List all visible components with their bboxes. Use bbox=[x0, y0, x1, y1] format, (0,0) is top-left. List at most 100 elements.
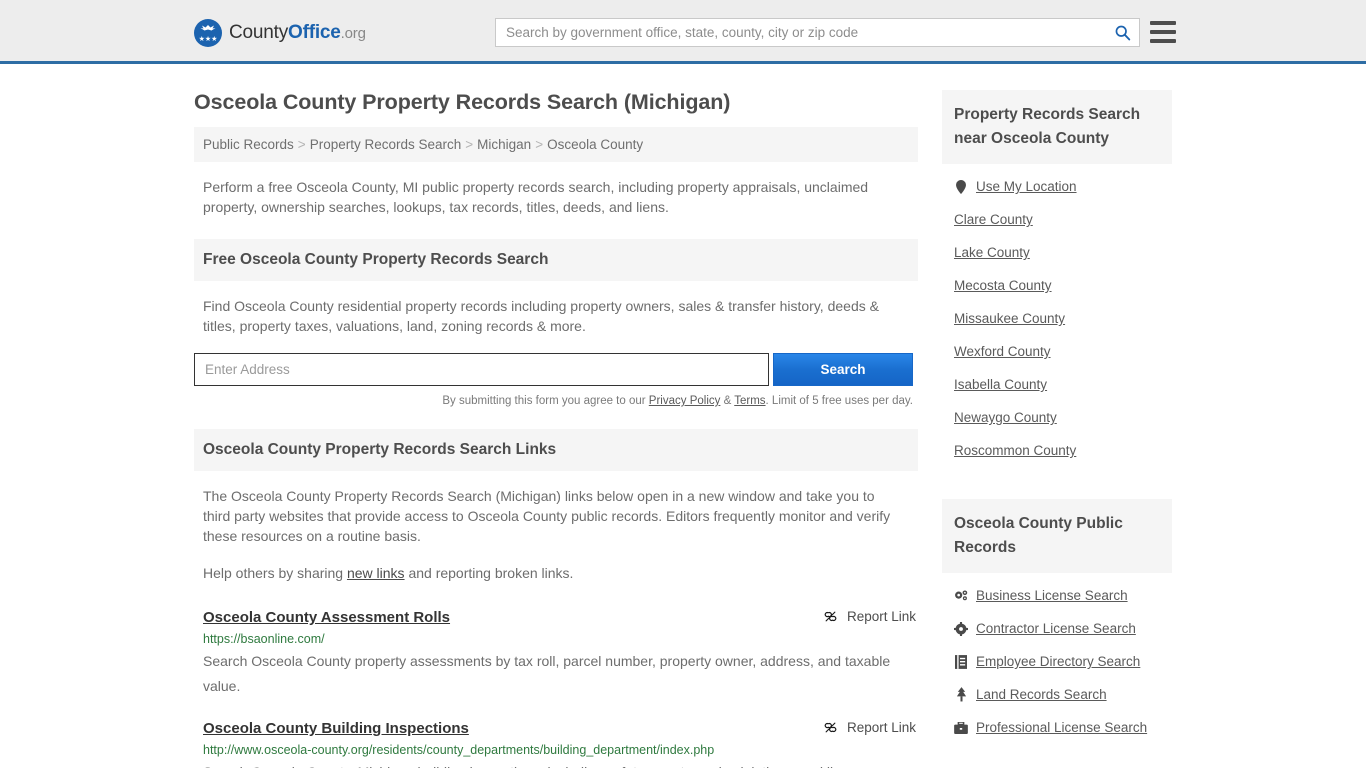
sidebar-link-label[interactable]: Missaukee County bbox=[954, 311, 1065, 326]
breadcrumb-item-michigan[interactable]: Michigan bbox=[477, 137, 531, 152]
address-search-form: Search bbox=[194, 353, 918, 386]
sidebar-link-label[interactable]: Use My Location bbox=[976, 179, 1077, 194]
result-header: Osceola County Building Inspections Repo… bbox=[203, 720, 918, 737]
public-records-box: Osceola County Public Records Business L… bbox=[942, 499, 1172, 744]
sidebar-link-label[interactable]: Clare County bbox=[954, 212, 1033, 227]
breadcrumb-item-osceola-county[interactable]: Osceola County bbox=[547, 137, 643, 152]
search-button[interactable]: Search bbox=[773, 353, 913, 386]
main-column: Osceola County Property Records Search (… bbox=[194, 64, 918, 768]
result-url[interactable]: https://bsaonline.com/ bbox=[203, 632, 918, 646]
global-search-input[interactable] bbox=[496, 19, 1105, 46]
free-search-paragraph: Find Osceola County residential property… bbox=[203, 298, 879, 334]
help-others-paragraph: Help others by sharing new links and rep… bbox=[203, 563, 893, 583]
cogs-glyph bbox=[955, 590, 968, 601]
cog-icon bbox=[954, 621, 968, 636]
sidebar-link-label[interactable]: Land Records Search bbox=[976, 687, 1107, 702]
breadcrumb-separator: > bbox=[535, 137, 544, 152]
help-prefix: Help others by sharing bbox=[203, 565, 347, 581]
sidebar-item-business-license-search[interactable]: Business License Search bbox=[954, 579, 1172, 612]
sidebar: Property Records Search near Osceola Cou… bbox=[942, 64, 1172, 744]
sidebar-link-label[interactable]: Lake County bbox=[954, 245, 1030, 260]
global-search-box[interactable] bbox=[495, 18, 1140, 47]
search-links-heading: Osceola County Property Records Search L… bbox=[194, 429, 918, 471]
map-pin-glyph bbox=[956, 179, 966, 194]
sidebar-link-label[interactable]: Business License Search bbox=[976, 588, 1128, 603]
sidebar-item-newaygo-county[interactable]: Newaygo County bbox=[954, 401, 1172, 434]
breadcrumb: Public Records > Property Records Search > M… bbox=[194, 127, 918, 162]
sidebar-item-use-my-location[interactable]: Use My Location bbox=[954, 170, 1172, 203]
eagle-glyph bbox=[200, 25, 216, 31]
hamburger-bar-1 bbox=[1150, 21, 1176, 25]
terms-link[interactable]: Terms bbox=[734, 395, 765, 407]
help-suffix: and reporting broken links. bbox=[404, 565, 574, 581]
sidebar-link-label[interactable]: Roscommon County bbox=[954, 443, 1076, 458]
tree-glyph bbox=[956, 687, 966, 702]
new-links-link[interactable]: new links bbox=[347, 565, 405, 581]
briefcase-icon bbox=[954, 721, 968, 735]
site-logo[interactable]: ★★★ CountyOffice.org bbox=[194, 19, 366, 47]
result-title-link[interactable]: Osceola County Building Inspections bbox=[203, 720, 469, 737]
brand-part-org: .org bbox=[340, 25, 366, 42]
report-link-button[interactable]: Report Link bbox=[823, 720, 918, 735]
sidebar-item-contractor-license-search[interactable]: Contractor License Search bbox=[954, 612, 1172, 645]
breadcrumb-item-public-records[interactable]: Public Records bbox=[203, 137, 294, 152]
unlink-icon bbox=[824, 722, 837, 733]
hamburger-menu-icon[interactable] bbox=[1150, 21, 1176, 43]
form-disclaimer: By submitting this form you agree to our… bbox=[194, 395, 913, 407]
sidebar-link-label[interactable]: Isabella County bbox=[954, 377, 1047, 392]
map-pin-icon bbox=[954, 179, 968, 194]
sidebar-item-land-records-search[interactable]: Land Records Search bbox=[954, 678, 1172, 711]
result-item: Osceola County Assessment Rolls Report L… bbox=[203, 609, 918, 699]
result-header: Osceola County Assessment Rolls Report L… bbox=[203, 609, 918, 626]
page-title: Osceola County Property Records Search (… bbox=[194, 90, 731, 114]
id-card-icon bbox=[954, 654, 968, 669]
tree-icon bbox=[954, 687, 968, 702]
sidebar-link-label[interactable]: Newaygo County bbox=[954, 410, 1057, 425]
intro-paragraph: Perform a free Osceola County, MI public… bbox=[203, 179, 869, 215]
report-link-button[interactable]: Report Link bbox=[823, 609, 918, 624]
unlink-icon bbox=[824, 611, 837, 622]
result-description: Search Osceola County property assessmen… bbox=[203, 653, 891, 694]
disclaimer-prefix: By submitting this form you agree to our bbox=[442, 395, 649, 407]
sidebar-item-employee-directory-search[interactable]: Employee Directory Search bbox=[954, 645, 1172, 678]
result-description: Search Osceola County, Michigan building… bbox=[203, 760, 918, 768]
page-body: Osceola County Property Records Search (… bbox=[0, 64, 1366, 768]
brand-part-county: County bbox=[229, 22, 289, 43]
hamburger-bar-3 bbox=[1150, 39, 1176, 43]
search-links-paragraph: The Osceola County Property Records Sear… bbox=[203, 488, 891, 544]
result-title-link[interactable]: Osceola County Assessment Rolls bbox=[203, 609, 450, 626]
sidebar-link-label[interactable]: Employee Directory Search bbox=[976, 654, 1140, 669]
public-records-list: Business License Search Contractor Licen… bbox=[942, 573, 1172, 744]
brand-part-office: Office bbox=[288, 22, 341, 43]
magnifier-glyph bbox=[1115, 25, 1130, 41]
sidebar-item-roscommon-county[interactable]: Roscommon County bbox=[954, 434, 1172, 467]
sidebar-item-clare-county[interactable]: Clare County bbox=[954, 203, 1172, 236]
sidebar-link-label[interactable]: Contractor License Search bbox=[976, 621, 1136, 636]
address-input[interactable] bbox=[194, 353, 769, 386]
sidebar-item-lake-county[interactable]: Lake County bbox=[954, 236, 1172, 269]
result-url[interactable]: http://www.osceola-county.org/residents/… bbox=[203, 743, 918, 757]
id-card-glyph bbox=[955, 654, 967, 669]
free-search-heading: Free Osceola County Property Records Sea… bbox=[194, 239, 918, 281]
brand-wordmark: CountyOffice.org bbox=[229, 22, 366, 44]
sidebar-link-label[interactable]: Mecosta County bbox=[954, 278, 1052, 293]
breadcrumb-separator: > bbox=[465, 137, 474, 152]
disclaimer-suffix: . Limit of 5 free uses per day. bbox=[765, 395, 913, 407]
privacy-policy-link[interactable]: Privacy Policy bbox=[649, 395, 721, 407]
sidebar-item-mecosta-county[interactable]: Mecosta County bbox=[954, 269, 1172, 302]
sidebar-item-wexford-county[interactable]: Wexford County bbox=[954, 335, 1172, 368]
sidebar-item-isabella-county[interactable]: Isabella County bbox=[954, 368, 1172, 401]
report-link-label: Report Link bbox=[846, 609, 916, 624]
sidebar-item-missaukee-county[interactable]: Missaukee County bbox=[954, 302, 1172, 335]
breadcrumb-item-property-records-search[interactable]: Property Records Search bbox=[310, 137, 462, 152]
search-icon[interactable] bbox=[1105, 19, 1139, 46]
sidebar-link-label[interactable]: Wexford County bbox=[954, 344, 1051, 359]
cog-glyph bbox=[954, 621, 968, 636]
site-header: ★★★ CountyOffice.org bbox=[0, 0, 1366, 64]
public-records-heading: Osceola County Public Records bbox=[942, 499, 1172, 573]
sidebar-item-professional-license-search[interactable]: Professional License Search bbox=[954, 711, 1172, 744]
sidebar-link-label[interactable]: Professional License Search bbox=[976, 720, 1147, 735]
nearby-search-heading: Property Records Search near Osceola Cou… bbox=[942, 90, 1172, 164]
breadcrumb-separator: > bbox=[297, 137, 306, 152]
nearby-search-list: Use My Location Clare County Lake County… bbox=[942, 164, 1172, 467]
